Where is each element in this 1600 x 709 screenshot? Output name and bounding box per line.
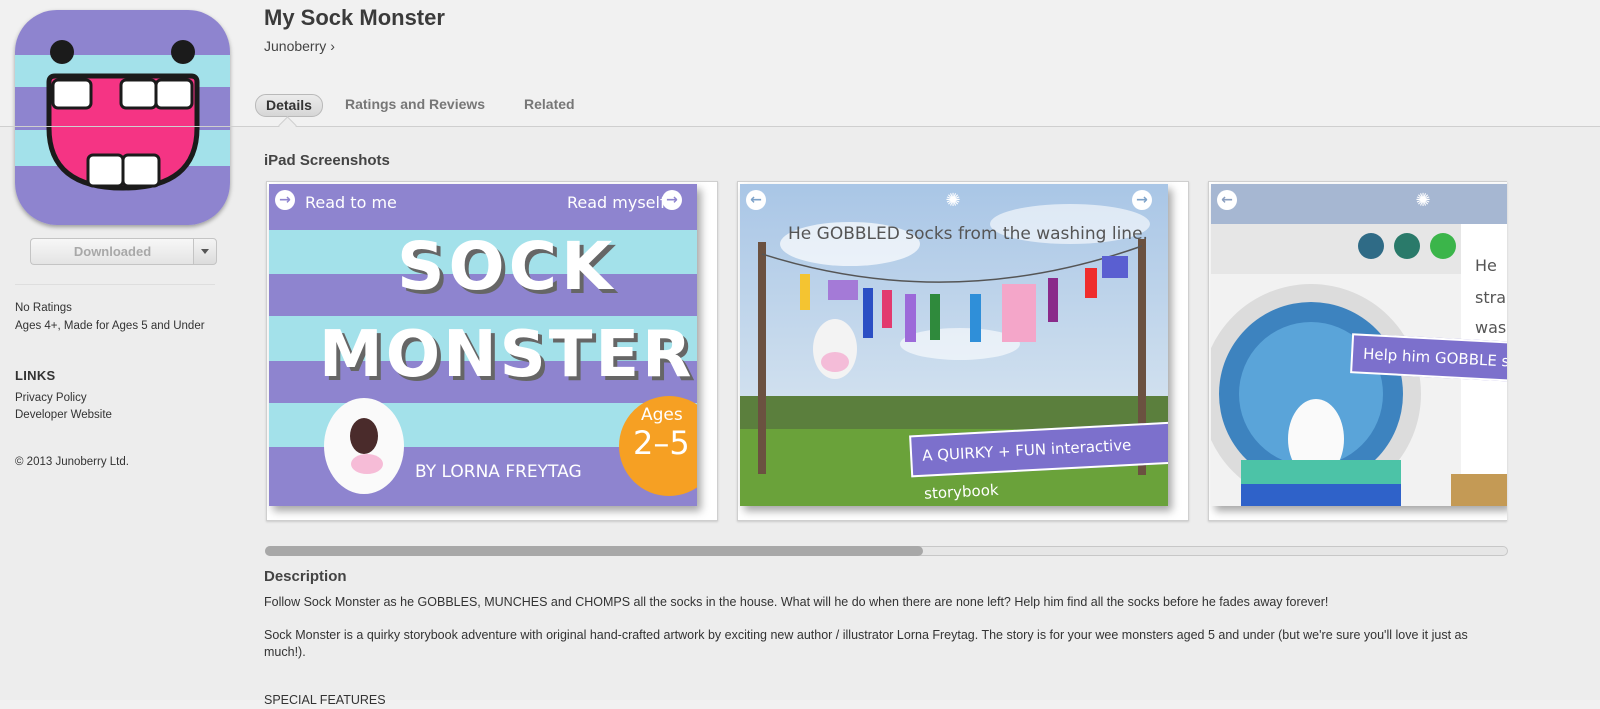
age-rating-text: Ages 4+, Made for Ages 5 and Under [15, 320, 205, 332]
chevron-right-icon: › [330, 38, 335, 54]
cover-author: BY LORNA FREYTAG [415, 462, 582, 482]
description-paragraph-1: Follow Sock Monster as he GOBBLES, MUNCH… [264, 595, 1329, 609]
ages-value: 2–5 [633, 424, 690, 462]
copyright-text: © 2013 Junoberry Ltd. [15, 456, 129, 468]
ages-label: Ages [641, 405, 683, 425]
screenshots-heading: iPad Screenshots [264, 152, 390, 169]
page-caption: He GOBBLED socks from the washing line. [788, 224, 1148, 244]
cover-title-line2: MONSTER [319, 318, 695, 392]
side-text-line3: wash [1475, 318, 1507, 337]
ratings-text: No Ratings [15, 302, 72, 314]
arrow-left-icon[interactable]: ← [746, 190, 766, 210]
arrow-right-icon[interactable]: → [662, 190, 682, 210]
screenshot-1-image: → Read to me Read myself → SOCK MONSTER … [269, 184, 697, 506]
side-text-line1: He [1475, 256, 1497, 275]
screenshot-2[interactable]: ← ✺ → He GOBBLED socks from the washing … [737, 181, 1189, 521]
settings-sun-icon[interactable]: ✺ [1413, 190, 1433, 210]
screenshot-3[interactable]: ← ✺ Help him GOBBLE soc He stra wash [1208, 181, 1507, 521]
read-to-me-label: Read to me [305, 193, 397, 212]
privacy-policy-link[interactable]: Privacy Policy [15, 392, 87, 404]
tab-divider [0, 126, 1600, 127]
app-title: My Sock Monster [264, 5, 445, 30]
developer-website-link[interactable]: Developer Website [15, 409, 112, 421]
developer-name: Junoberry [264, 38, 327, 54]
description-paragraph-2: Sock Monster is a quirky storybook adven… [264, 628, 1468, 659]
screenshot-1[interactable]: → Read to me Read myself → SOCK MONSTER … [266, 181, 718, 521]
tab-ratings-and-reviews[interactable]: Ratings and Reviews [345, 94, 485, 115]
tab-related[interactable]: Related [524, 94, 575, 115]
developer-link[interactable]: Junoberry › [264, 38, 335, 54]
special-features-heading: SPECIAL FEATURES [264, 693, 386, 707]
tab-details[interactable]: Details [255, 94, 323, 117]
arrow-right-icon[interactable]: → [275, 190, 295, 210]
app-icon [15, 10, 230, 225]
downloaded-button[interactable]: Downloaded [30, 238, 194, 265]
side-text-line2: stra [1475, 288, 1506, 307]
description-heading: Description [264, 568, 347, 585]
download-control: Downloaded [30, 238, 217, 265]
sidebar-divider [15, 284, 215, 285]
download-menu-arrow[interactable] [193, 238, 217, 265]
read-myself-label: Read myself [567, 193, 666, 212]
arrow-right-icon[interactable]: → [1132, 190, 1152, 210]
settings-sun-icon[interactable]: ✺ [943, 190, 963, 210]
screenshot-3-image: ← ✺ Help him GOBBLE soc He stra wash [1211, 184, 1507, 506]
links-heading: LINKS [15, 368, 56, 383]
cover-title-line1: SOCK [397, 228, 617, 305]
arrow-left-icon[interactable]: ← [1217, 190, 1237, 210]
screenshots-scroll-thumb[interactable] [265, 546, 923, 556]
screenshot-2-image: ← ✺ → He GOBBLED socks from the washing … [740, 184, 1168, 506]
